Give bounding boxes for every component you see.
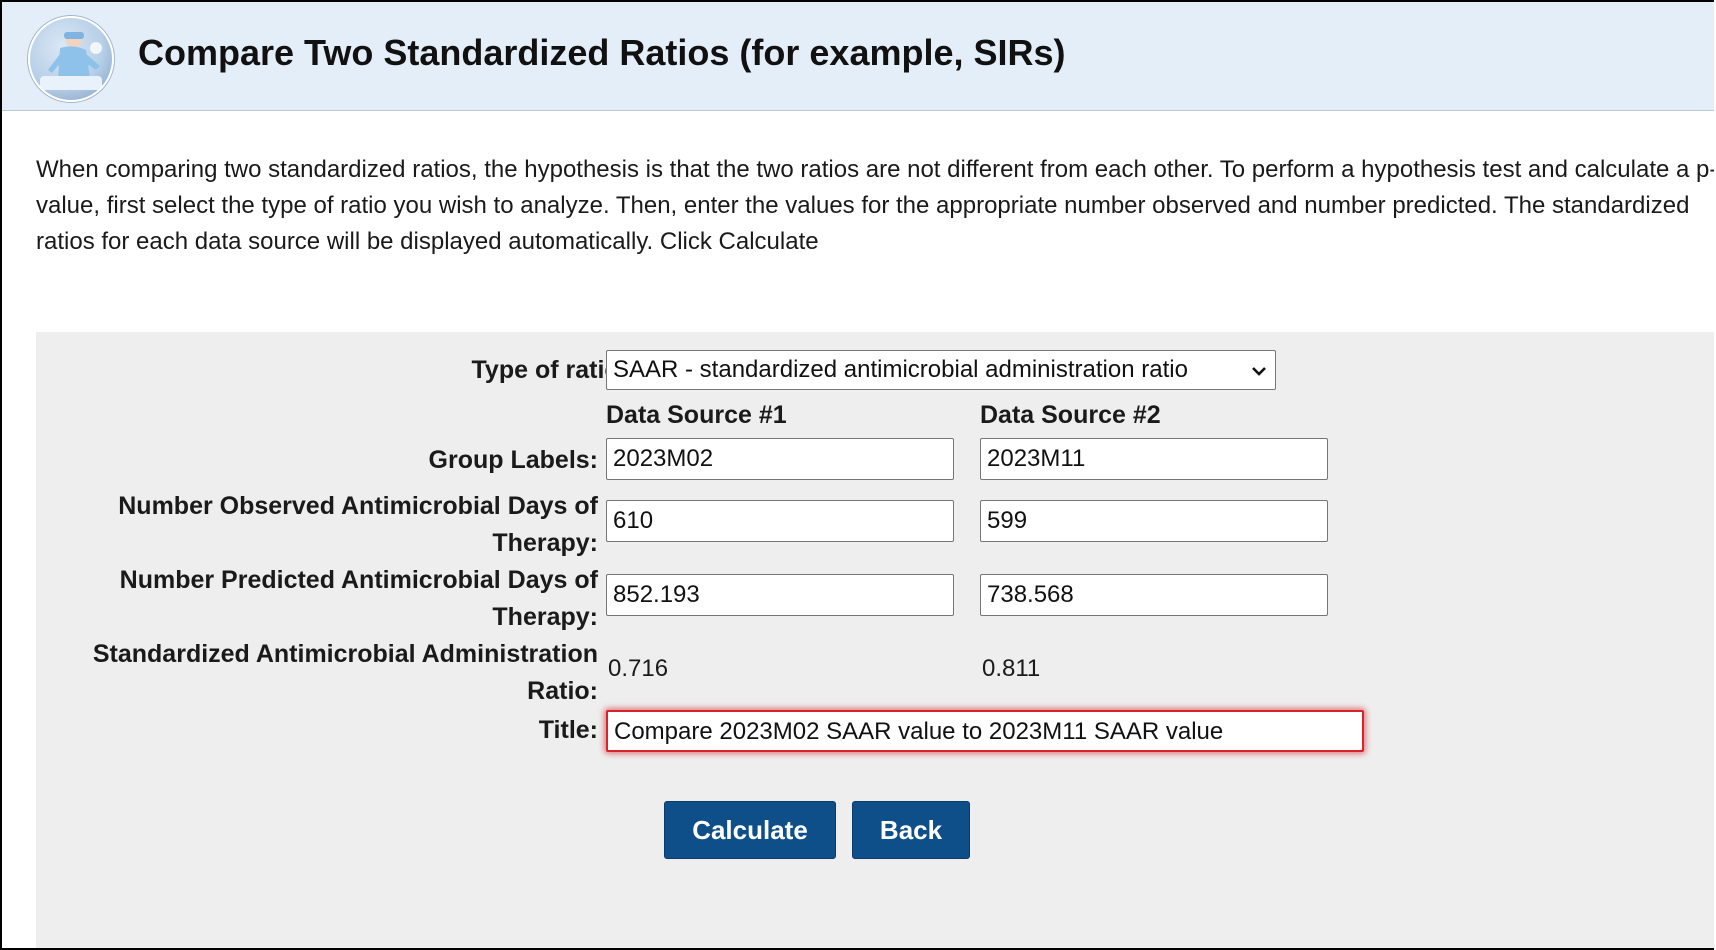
observed-label: Number Observed Antimicrobial Days of Th… bbox=[118, 492, 598, 557]
intro-text: When comparing two standardized ratios, … bbox=[36, 156, 1714, 255]
ratio-source-1-value: 0.716 bbox=[608, 655, 669, 682]
type-of-ratio-label: Type of ratio: bbox=[471, 356, 628, 384]
app-frame: Compare Two Standardized Ratios (for exa… bbox=[0, 0, 1714, 950]
back-button[interactable]: Back bbox=[852, 801, 970, 859]
type-of-ratio-select[interactable]: SAAR - standardized antimicrobial admini… bbox=[606, 350, 1276, 390]
ratio-label: Standardized Antimicrobial Administratio… bbox=[92, 640, 598, 705]
predicted-label: Number Predicted Antimicrobial Days of T… bbox=[119, 566, 598, 631]
calculate-button[interactable]: Calculate bbox=[664, 801, 836, 859]
column-header-source-1: Data Source #1 bbox=[606, 401, 787, 429]
title-input[interactable]: Compare 2023M02 SAAR value to 2023M11 SA… bbox=[606, 710, 1364, 752]
group-label-source-1-input[interactable]: 2023M02 bbox=[606, 438, 954, 480]
group-label-source-2-input[interactable]: 2023M11 bbox=[980, 438, 1328, 480]
observed-source-1-input[interactable]: 610 bbox=[606, 500, 954, 542]
title-label: Title: bbox=[538, 716, 598, 744]
page-header: Compare Two Standardized Ratios (for exa… bbox=[2, 2, 1714, 111]
type-of-ratio-value: SAAR - standardized antimicrobial admini… bbox=[613, 356, 1188, 383]
form-panel: Type of ratio: SAAR - standardized antim… bbox=[36, 332, 1714, 948]
page-title: Compare Two Standardized Ratios (for exa… bbox=[138, 32, 1066, 73]
chevron-down-icon bbox=[1252, 367, 1266, 376]
predicted-source-1-input[interactable]: 852.193 bbox=[606, 574, 954, 616]
predicted-source-2-input[interactable]: 738.568 bbox=[980, 574, 1328, 616]
health-worker-logo-icon bbox=[28, 16, 114, 102]
group-labels-label: Group Labels: bbox=[428, 446, 598, 474]
observed-source-2-input[interactable]: 599 bbox=[980, 500, 1328, 542]
column-header-source-2: Data Source #2 bbox=[980, 401, 1161, 429]
ratio-source-2-value: 0.811 bbox=[982, 655, 1041, 682]
